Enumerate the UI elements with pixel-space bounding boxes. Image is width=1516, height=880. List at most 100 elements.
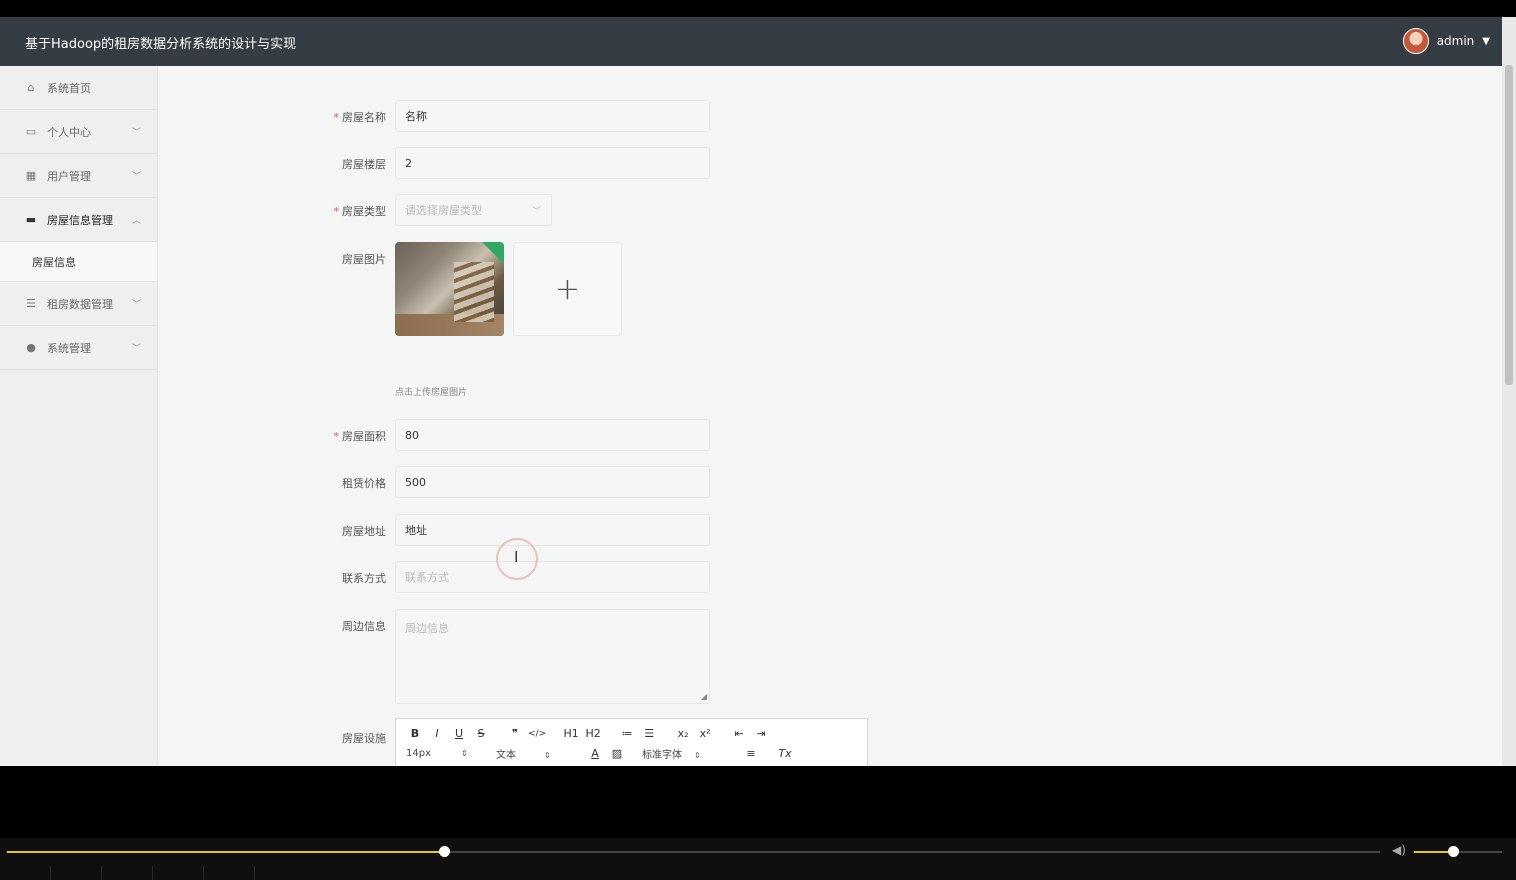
- chevron-down-icon: ﹀: [131, 128, 141, 138]
- contact-label: 联系方式: [342, 572, 386, 585]
- contact-input[interactable]: 联系方式: [395, 561, 710, 593]
- app-title: 基于Hadoop的租房数据分析系统的设计与实现: [25, 37, 297, 52]
- card-icon: ▭: [25, 124, 37, 138]
- type-select[interactable]: 请选择房屋类型 ﹀: [395, 194, 552, 226]
- user-menu[interactable]: admin ▼: [1402, 28, 1490, 54]
- sidebar-item-label: 系统首页: [47, 81, 91, 95]
- quote-button[interactable]: ❞: [506, 727, 524, 740]
- surroundings-label: 周边信息: [342, 620, 386, 633]
- plus-icon: +: [554, 271, 581, 307]
- control-slot[interactable]: [51, 866, 102, 880]
- sidebar-item-home[interactable]: ⌂ 系统首页: [0, 66, 157, 110]
- sidebar-item-personal[interactable]: ▭ 个人中心 ﹀: [0, 110, 157, 154]
- chevron-down-icon: ﹀: [531, 207, 541, 217]
- sliders-icon: ☰: [26, 296, 36, 310]
- app-window: 基于Hadoop的租房数据分析系统的设计与实现 admin ▼ ⌂ 系统首页 ▭…: [0, 17, 1502, 766]
- name-input[interactable]: 名称: [395, 100, 710, 132]
- superscript-button[interactable]: x²: [696, 727, 714, 740]
- house-image-thumbnail[interactable]: [395, 242, 504, 336]
- editor-toolbar-row1: B I U S ❞ </> H1 H2 ≔ ☰ x₂ x² ⇤ ⇥: [406, 727, 774, 740]
- area-label: * 房屋面积: [333, 430, 387, 443]
- font-size-select[interactable]: 14px ⇕: [406, 748, 476, 759]
- control-slot[interactable]: [102, 866, 153, 880]
- pin-icon: ●: [26, 340, 36, 354]
- page-scrollbar[interactable]: [1502, 17, 1516, 766]
- sidebar-item-label: 租房数据管理: [47, 297, 113, 311]
- player-controls-row: [0, 866, 1516, 880]
- volume-level: [1414, 851, 1453, 853]
- image-label: 房屋图片: [342, 253, 386, 266]
- outdent-button[interactable]: ⇤: [730, 727, 748, 740]
- sidebar-item-label: 系统管理: [47, 341, 91, 355]
- bold-button[interactable]: B: [406, 727, 424, 740]
- scrollbar-thumb[interactable]: [1505, 65, 1513, 385]
- sidebar-subitem-label: 房屋信息: [32, 255, 76, 269]
- seek-progress: [7, 851, 444, 853]
- sidebar-item-house-info[interactable]: ▬ 房屋信息管理 ︿: [0, 198, 157, 242]
- sidebar-item-users[interactable]: ▦ 用户管理 ﹀: [0, 154, 157, 198]
- upload-hint: 点击上传房屋图片: [395, 388, 468, 398]
- price-input[interactable]: 500: [395, 466, 710, 498]
- grid-icon: ▦: [25, 168, 37, 182]
- sidebar-item-label: 房屋信息管理: [47, 213, 113, 227]
- contact-placeholder: 联系方式: [405, 571, 449, 584]
- font-color-button[interactable]: A: [586, 747, 604, 760]
- price-label: 租赁价格: [342, 477, 386, 490]
- volume-slider[interactable]: [1414, 846, 1502, 857]
- control-slot[interactable]: [0, 866, 51, 880]
- chevron-down-icon: ﹀: [131, 344, 141, 354]
- font-family-select[interactable]: 标准字体 ⇕: [642, 746, 722, 761]
- sidebar: ⌂ 系统首页 ▭ 个人中心 ﹀ ▦ 用户管理 ﹀ ▬ 房屋信息管理 ︿ 房屋信息…: [0, 66, 158, 766]
- strike-button[interactable]: S: [472, 727, 490, 740]
- type-placeholder: 请选择房屋类型: [405, 204, 482, 217]
- surroundings-textarea[interactable]: 周边信息 ◢: [395, 609, 710, 704]
- monitor-icon: ▬: [25, 212, 37, 226]
- ordered-list-button[interactable]: ≔: [618, 727, 636, 740]
- clear-format-button[interactable]: Tx: [776, 747, 794, 760]
- text-cursor-icon: I: [514, 548, 519, 566]
- chevron-down-icon: ﹀: [131, 300, 141, 310]
- top-bar: 基于Hadoop的租房数据分析系统的设计与实现 admin ▼: [0, 17, 1502, 66]
- text-style-select[interactable]: 文本 ⇕: [496, 746, 566, 761]
- sidebar-item-system[interactable]: ● 系统管理 ﹀: [0, 326, 157, 370]
- background-color-icon[interactable]: ▨: [608, 747, 626, 760]
- chevron-down-icon: ﹀: [131, 172, 141, 182]
- resize-handle-icon[interactable]: ◢: [701, 692, 707, 701]
- address-label: 房屋地址: [342, 525, 386, 538]
- sidebar-item-label: 用户管理: [47, 169, 91, 183]
- h2-button[interactable]: H2: [584, 727, 602, 740]
- username[interactable]: admin: [1437, 34, 1475, 48]
- indent-button[interactable]: ⇥: [752, 727, 770, 740]
- h1-button[interactable]: H1: [562, 727, 580, 740]
- facilities-label: 房屋设施: [342, 732, 386, 745]
- type-label: * 房屋类型: [333, 205, 387, 218]
- sidebar-item-rental-data[interactable]: ☰ 租房数据管理 ﹀: [0, 282, 157, 326]
- seek-bar[interactable]: [7, 846, 1380, 857]
- align-icon[interactable]: ≡: [742, 747, 760, 760]
- floor-label: 房屋楼层: [342, 158, 386, 171]
- control-slot[interactable]: [153, 866, 204, 880]
- home-icon: ⌂: [27, 80, 35, 94]
- volume-handle[interactable]: [1447, 846, 1459, 857]
- name-label: * 房屋名称: [333, 111, 387, 124]
- facilities-rich-editor[interactable]: B I U S ❞ </> H1 H2 ≔ ☰ x₂ x² ⇤ ⇥ 14px ⇕…: [395, 718, 868, 766]
- volume-icon[interactable]: ◀): [1392, 843, 1406, 857]
- upload-add-button[interactable]: +: [513, 242, 622, 336]
- seek-handle[interactable]: [438, 846, 450, 857]
- floor-input[interactable]: 2: [395, 147, 710, 179]
- sidebar-subitem-house[interactable]: 房屋信息: [0, 242, 157, 282]
- italic-button[interactable]: I: [428, 727, 446, 740]
- address-input[interactable]: 地址: [395, 514, 710, 546]
- control-slot[interactable]: [204, 866, 255, 880]
- underline-button[interactable]: U: [450, 727, 468, 740]
- caret-down-icon[interactable]: ▼: [1482, 36, 1490, 47]
- bullet-list-button[interactable]: ☰: [640, 727, 658, 740]
- editor-toolbar-row2: 14px ⇕ 文本 ⇕ A ▨ 标准字体 ⇕ ≡ Tx: [406, 746, 798, 761]
- area-input[interactable]: 80: [395, 419, 710, 451]
- surroundings-placeholder: 周边信息: [405, 622, 449, 635]
- subscript-button[interactable]: x₂: [674, 727, 692, 740]
- video-player-bar: ◀): [0, 838, 1516, 880]
- avatar[interactable]: [1402, 28, 1429, 54]
- chevron-up-icon: ︿: [131, 216, 141, 226]
- code-button[interactable]: </>: [528, 729, 546, 739]
